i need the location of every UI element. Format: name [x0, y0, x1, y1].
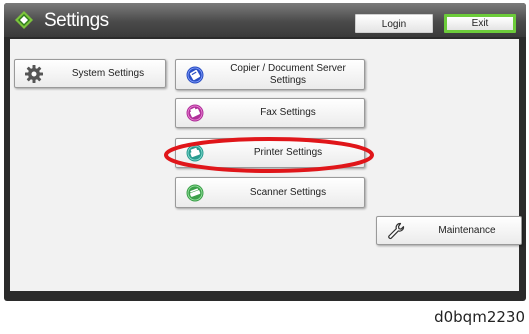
fax-icon [186, 104, 204, 122]
fax-settings-button[interactable]: Fax Settings [175, 98, 365, 128]
scanner-settings-label: Scanner Settings [249, 186, 327, 198]
printer-icon [186, 144, 204, 162]
figure-caption: d0bqm2230 [434, 308, 525, 326]
system-settings-label: System Settings [71, 67, 145, 79]
system-settings-button[interactable]: System Settings [14, 59, 166, 88]
gear-icon [25, 65, 43, 83]
copier-settings-label: Copier / Document Server Settings [230, 62, 346, 86]
copier-icon [186, 66, 204, 84]
fax-settings-label: Fax Settings [260, 107, 316, 118]
printer-settings-label: Printer Settings [253, 147, 323, 158]
title-bar: Settings Login Exit [4, 3, 526, 37]
printer-settings-button[interactable]: Printer Settings [175, 138, 365, 168]
maintenance-label: Maintenance [438, 224, 496, 236]
exit-button[interactable]: Exit [444, 14, 516, 33]
wrench-icon [387, 222, 405, 240]
copier-settings-button[interactable]: Copier / Document Server Settings [175, 59, 365, 90]
scanner-settings-button[interactable]: Scanner Settings [175, 177, 365, 208]
login-button[interactable]: Login [355, 14, 433, 33]
scanner-icon [186, 184, 204, 202]
page-title: Settings [44, 10, 109, 31]
maintenance-button[interactable]: Maintenance [376, 216, 522, 245]
diamond-arrows-icon [14, 10, 34, 30]
